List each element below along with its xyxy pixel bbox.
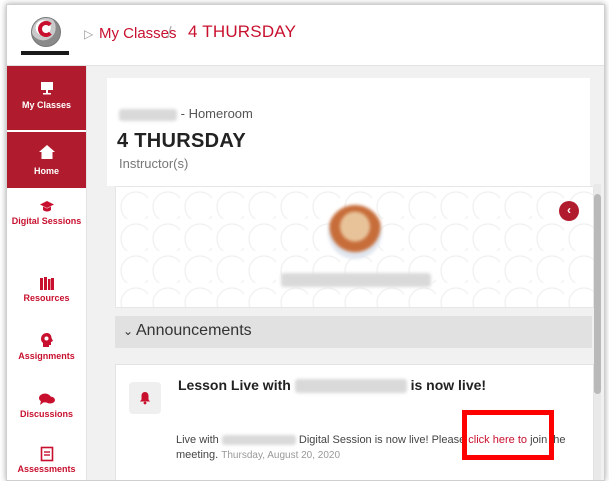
school-logo[interactable] — [15, 11, 77, 61]
bell-icon-box — [129, 382, 161, 414]
redacted-text — [221, 435, 296, 446]
top-header: ▷ My Classes / 4 THURSDAY — [7, 5, 604, 66]
sidebar-item-label: Discussions — [19, 409, 74, 419]
sidebar-item-label: Assignments — [18, 351, 75, 361]
sidebar-item-label: Digital Sessions — [11, 216, 82, 226]
sidebar-item-discussions[interactable]: Discussions — [7, 392, 86, 432]
breadcrumb-my-classes[interactable]: My Classes — [99, 25, 177, 42]
class-subtitle: - Homeroom — [119, 106, 253, 121]
body-middle: Digital Session is now live! Please — [298, 434, 466, 446]
graduation-cap-icon — [39, 201, 54, 212]
subtitle-suffix: - Homeroom — [180, 106, 253, 121]
sidebar: My Classes Home Digital Sessions Resourc… — [7, 66, 87, 480]
announcement-date: Thursday, August 20, 2020 — [221, 450, 341, 461]
instructors-heading: Instructor(s) — [107, 158, 590, 178]
sidebar-item-assessments[interactable]: Assessments — [7, 446, 86, 480]
logo-c-icon — [38, 21, 54, 37]
head-gears-icon — [40, 333, 53, 347]
books-icon — [39, 277, 54, 290]
sidebar-item-label: Assessments — [17, 464, 76, 474]
scrollbar[interactable] — [594, 184, 601, 480]
announcements-toggle[interactable]: ⌄ Announcements — [115, 316, 592, 348]
redacted-text — [294, 379, 407, 394]
sidebar-item-label: Home — [33, 166, 59, 176]
scrollbar-thumb[interactable] — [594, 194, 601, 394]
sidebar-item-home[interactable]: Home — [7, 132, 86, 188]
announcements-title: Announcements — [136, 322, 252, 339]
body-prefix: Live with — [176, 434, 219, 446]
redacted-text — [119, 108, 177, 121]
sidebar-item-assignments[interactable]: Assignments — [7, 332, 86, 372]
logo-underline — [21, 51, 69, 55]
breadcrumb-separator: / — [167, 23, 172, 42]
sidebar-item-label: Resources — [23, 293, 70, 303]
instructor-card[interactable]: ‹ — [115, 186, 594, 308]
bell-icon — [140, 392, 150, 405]
sidebar-item-resources[interactable]: Resources — [7, 276, 86, 316]
collapse-instructors-button[interactable]: ‹ — [559, 201, 579, 221]
instructor-name-redacted — [281, 273, 431, 287]
headline-suffix: is now live! — [410, 377, 487, 393]
announcement-headline: Lesson Live with is now live! — [178, 377, 487, 394]
page-title: 4 THURSDAY — [117, 130, 246, 152]
instructors-label: Instructor(s) — [119, 158, 189, 171]
chevron-down-icon: ⌄ — [123, 324, 134, 338]
chat-bubbles-icon — [38, 393, 55, 405]
link-highlight-annotation — [462, 410, 554, 460]
home-icon — [38, 145, 55, 159]
presentation-board-icon — [40, 82, 53, 95]
sidebar-item-digital-sessions[interactable]: Digital Sessions — [7, 196, 86, 252]
instructor-avatar — [328, 205, 382, 259]
sidebar-item-my-classes[interactable]: My Classes — [7, 66, 86, 130]
headline-prefix: Lesson Live with — [178, 377, 291, 393]
breadcrumb-current: 4 THURSDAY — [188, 22, 297, 41]
clipboard-icon — [40, 446, 53, 462]
sidebar-item-label: My Classes — [21, 100, 72, 110]
sidebar-toggle-icon[interactable]: ▷ — [84, 27, 93, 41]
